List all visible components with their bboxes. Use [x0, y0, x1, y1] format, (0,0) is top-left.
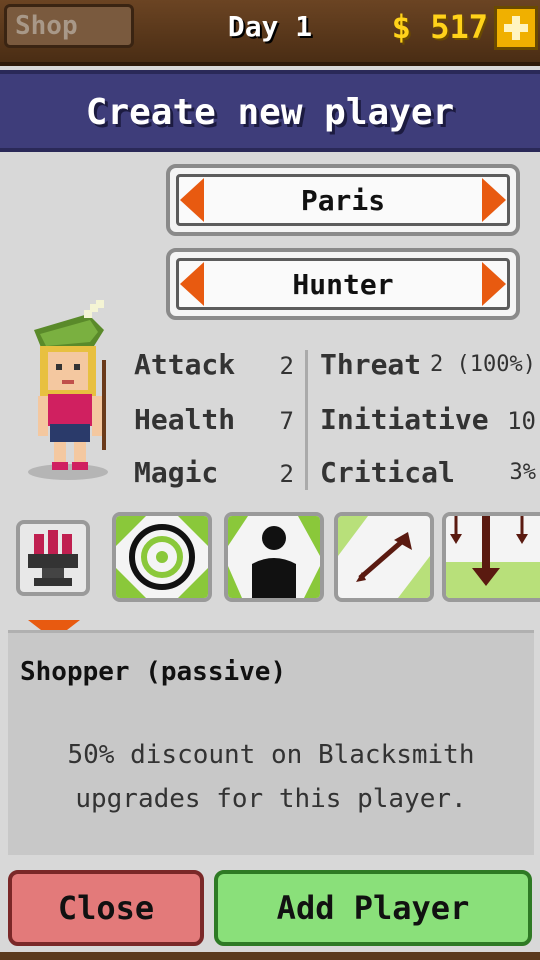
- magic-label: Magic: [134, 456, 219, 489]
- threat-label: Threat: [320, 348, 422, 381]
- critical-label: Critical: [320, 456, 455, 489]
- close-button[interactable]: Close: [8, 870, 204, 946]
- magic-value: 2: [279, 460, 294, 488]
- character-avatar: [28, 300, 108, 480]
- skill-shopper[interactable]: [16, 520, 90, 596]
- arrow-icon: [338, 516, 430, 598]
- stats-divider: [305, 350, 308, 490]
- add-gold-button[interactable]: [494, 6, 538, 50]
- skill-arrow-shot[interactable]: [334, 512, 434, 602]
- skill-target[interactable]: [112, 512, 212, 602]
- gold-amount: $ 517: [391, 8, 488, 46]
- threat-value: 2 (100%): [430, 352, 536, 377]
- skill-arrow-rain[interactable]: [442, 512, 540, 602]
- class-selector: Hunter: [166, 248, 520, 320]
- skill-description-box: Shopper (passive) 50% discount on Blacks…: [8, 630, 534, 855]
- shop-button[interactable]: Shop: [4, 4, 134, 48]
- player-class: Hunter: [292, 268, 394, 301]
- attack-value: 2: [279, 352, 294, 380]
- player-name: Paris: [300, 184, 386, 217]
- target-icon: [116, 516, 208, 598]
- skill-title: Shopper (passive): [20, 657, 287, 687]
- silhouette-icon: [228, 516, 320, 598]
- title-bar: Create new player: [0, 70, 540, 152]
- day-counter: Day 1: [227, 10, 313, 43]
- top-bar: Shop Day 1 $ 517: [0, 0, 540, 66]
- down-arrows-icon: [446, 516, 540, 598]
- name-selector: Paris: [166, 164, 520, 236]
- anvil-icon: [28, 530, 78, 586]
- add-player-button[interactable]: Add Player: [214, 870, 532, 946]
- initiative-label: Initiative: [320, 403, 489, 436]
- skill-description: 50% discount on Blacksmith upgrades for …: [67, 740, 475, 814]
- skill-shadow[interactable]: [224, 512, 324, 602]
- next-class-arrow-icon[interactable]: [482, 262, 506, 306]
- critical-value: 3%: [509, 460, 537, 485]
- health-value: 7: [279, 407, 294, 435]
- attack-label: Attack: [134, 348, 236, 381]
- initiative-value: 10: [507, 407, 536, 435]
- bottom-frame: [0, 952, 540, 960]
- next-name-arrow-icon[interactable]: [482, 178, 506, 222]
- health-label: Health: [134, 403, 236, 436]
- dialog-title: Create new player: [85, 92, 455, 133]
